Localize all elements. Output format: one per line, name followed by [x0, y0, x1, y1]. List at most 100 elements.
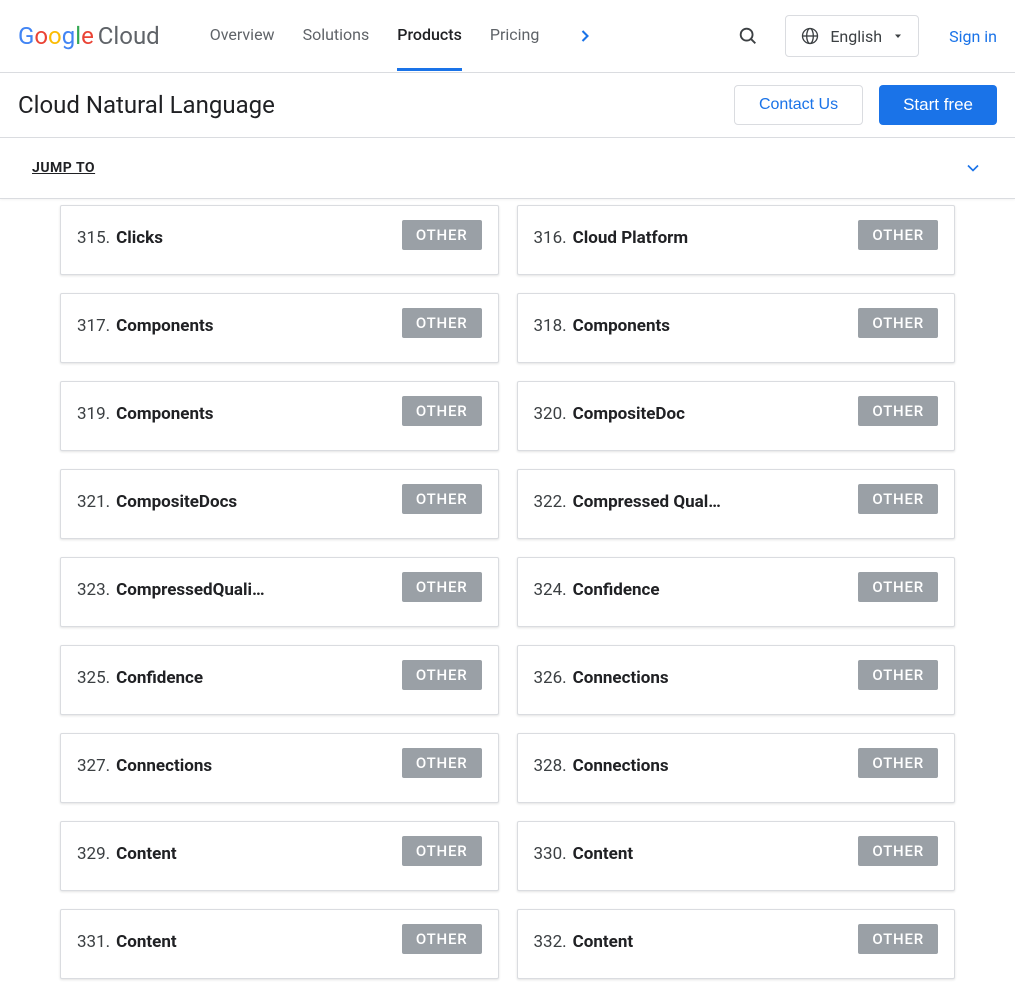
entity-number: 325.: [77, 668, 110, 688]
entity-card[interactable]: 328.Connections OTHER: [517, 733, 956, 803]
entity-card[interactable]: 329. Content OTHER: [60, 821, 499, 891]
entity-text: 324.Confidence: [534, 572, 660, 600]
entity-card[interactable]: 318.Components OTHER: [517, 293, 956, 363]
entity-text: 315.Clicks: [77, 220, 163, 248]
entity-text: 319. Components: [77, 396, 213, 424]
entity-number: 322.: [534, 492, 567, 512]
nav-pricing[interactable]: Pricing: [490, 1, 540, 71]
entity-number: 316.: [534, 228, 567, 248]
entity-card[interactable]: 322.Compressed Qual… OTHER: [517, 469, 956, 539]
entity-card[interactable]: 331. Content OTHER: [60, 909, 499, 979]
entity-card[interactable]: 316. Cloud Platform OTHER: [517, 205, 956, 275]
entity-text: 321. CompositeDocs: [77, 484, 237, 512]
entity-card[interactable]: 319. Components OTHER: [60, 381, 499, 451]
entity-label: CompositeDocs: [116, 492, 237, 512]
entity-text: 328.Connections: [534, 748, 669, 776]
search-button[interactable]: [729, 17, 767, 55]
entity-number: 327.: [77, 756, 110, 776]
chevron-down-icon: [963, 158, 983, 178]
entity-number: 319.: [77, 404, 110, 424]
entity-card[interactable]: 326.Connections OTHER: [517, 645, 956, 715]
jump-to-label: JUMP TO: [32, 160, 95, 176]
entity-card[interactable]: 325. Confidence OTHER: [60, 645, 499, 715]
entity-card[interactable]: 321.CompositeDocsOTHER: [60, 469, 499, 539]
start-free-button[interactable]: Start free: [879, 85, 997, 125]
primary-nav: Overview Solutions Products Pricing: [210, 1, 730, 71]
entity-type-badge: OTHER: [858, 396, 938, 426]
entity-type-badge: OTHER: [402, 924, 482, 954]
caret-down-icon: [892, 30, 904, 42]
signin-link[interactable]: Sign in: [949, 27, 997, 46]
entity-type-badge: OTHER: [858, 484, 938, 514]
google-cloud-logo[interactable]: Google Cloud: [18, 22, 160, 50]
entity-label: Components: [116, 404, 213, 424]
entity-type-badge: OTHER: [402, 660, 482, 690]
jump-to-bar[interactable]: JUMP TO: [0, 138, 1015, 199]
entity-text: 316. Cloud Platform: [534, 220, 689, 248]
entity-type-badge: OTHER: [858, 308, 938, 338]
entity-card[interactable]: 327. Connections OTHER: [60, 733, 499, 803]
chevron-right-icon: [575, 26, 595, 46]
entity-type-badge: OTHER: [858, 748, 938, 778]
nav-more-chevron[interactable]: [567, 18, 603, 54]
contact-us-button[interactable]: Contact Us: [734, 85, 863, 125]
entity-label: CompositeDoc: [573, 404, 685, 424]
entity-number: 328.: [534, 756, 567, 776]
entity-label: Content: [573, 844, 633, 864]
entity-card[interactable]: 330.ContentOTHER: [517, 821, 956, 891]
nav-products[interactable]: Products: [397, 1, 462, 71]
entity-text: 329. Content: [77, 836, 177, 864]
entity-number: 317.: [77, 316, 110, 336]
entity-number: 323.: [77, 580, 110, 600]
entity-text: 330. Content: [534, 836, 634, 864]
entity-label: CompressedQuali…: [116, 580, 264, 600]
entity-grid: 315.ClicksOTHER316.Cloud PlatformOTHER31…: [60, 205, 955, 979]
entity-label: Cloud Platform: [573, 228, 688, 248]
entity-content: 315.ClicksOTHER316.Cloud PlatformOTHER31…: [0, 199, 1015, 999]
language-selector[interactable]: English: [785, 15, 919, 57]
sub-header: Cloud Natural Language Contact Us Start …: [0, 73, 1015, 138]
entity-card[interactable]: 323. CompressedQuali… OTHER: [60, 557, 499, 627]
entity-label: Confidence: [116, 668, 203, 688]
entity-card[interactable]: 320. CompositeDoc OTHER: [517, 381, 956, 451]
entity-label: Connections: [116, 756, 212, 776]
globe-icon: [800, 26, 820, 46]
entity-card[interactable]: 317.ComponentsOTHER: [60, 293, 499, 363]
entity-text: 331. Content: [77, 924, 177, 952]
entity-label: Content: [116, 844, 176, 864]
entity-number: 320.: [534, 404, 567, 424]
entity-card[interactable]: 315.ClicksOTHER: [60, 205, 499, 275]
entity-label: Content: [116, 932, 176, 952]
entity-type-badge: OTHER: [858, 660, 938, 690]
entity-label: Confidence: [573, 580, 660, 600]
entity-text: 322.Compressed Qual…: [534, 484, 721, 512]
top-header: Google Cloud Overview Solutions Products…: [0, 0, 1015, 73]
entity-type-badge: OTHER: [858, 924, 938, 954]
nav-solutions[interactable]: Solutions: [303, 1, 370, 71]
entity-label: Connections: [573, 668, 669, 688]
entity-number: 321.: [77, 492, 110, 512]
entity-text: 325. Confidence: [77, 660, 203, 688]
entity-text: 326.Connections: [534, 660, 669, 688]
entity-type-badge: OTHER: [402, 748, 482, 778]
entity-type-badge: OTHER: [858, 220, 938, 250]
entity-number: 330.: [534, 844, 567, 864]
nav-overview[interactable]: Overview: [210, 1, 275, 71]
top-actions: English Sign in: [729, 15, 997, 57]
entity-text: 317.Components: [77, 308, 213, 336]
entity-text: 318.Components: [534, 308, 670, 336]
entity-number: 329.: [77, 844, 110, 864]
entity-type-badge: OTHER: [402, 572, 482, 602]
entity-card[interactable]: 324.Confidence OTHER: [517, 557, 956, 627]
entity-type-badge: OTHER: [402, 836, 482, 866]
entity-text: 327. Connections: [77, 748, 212, 776]
entity-number: 331.: [77, 932, 110, 952]
entity-type-badge: OTHER: [858, 572, 938, 602]
entity-number: 315.: [77, 228, 110, 248]
logo-google: Google: [18, 22, 94, 50]
sub-header-actions: Contact Us Start free: [734, 85, 997, 125]
entity-text: 320. CompositeDoc: [534, 396, 685, 424]
entity-type-badge: OTHER: [402, 396, 482, 426]
entity-card[interactable]: 332.ContentOTHER: [517, 909, 956, 979]
logo-cloud-text: Cloud: [98, 22, 160, 50]
